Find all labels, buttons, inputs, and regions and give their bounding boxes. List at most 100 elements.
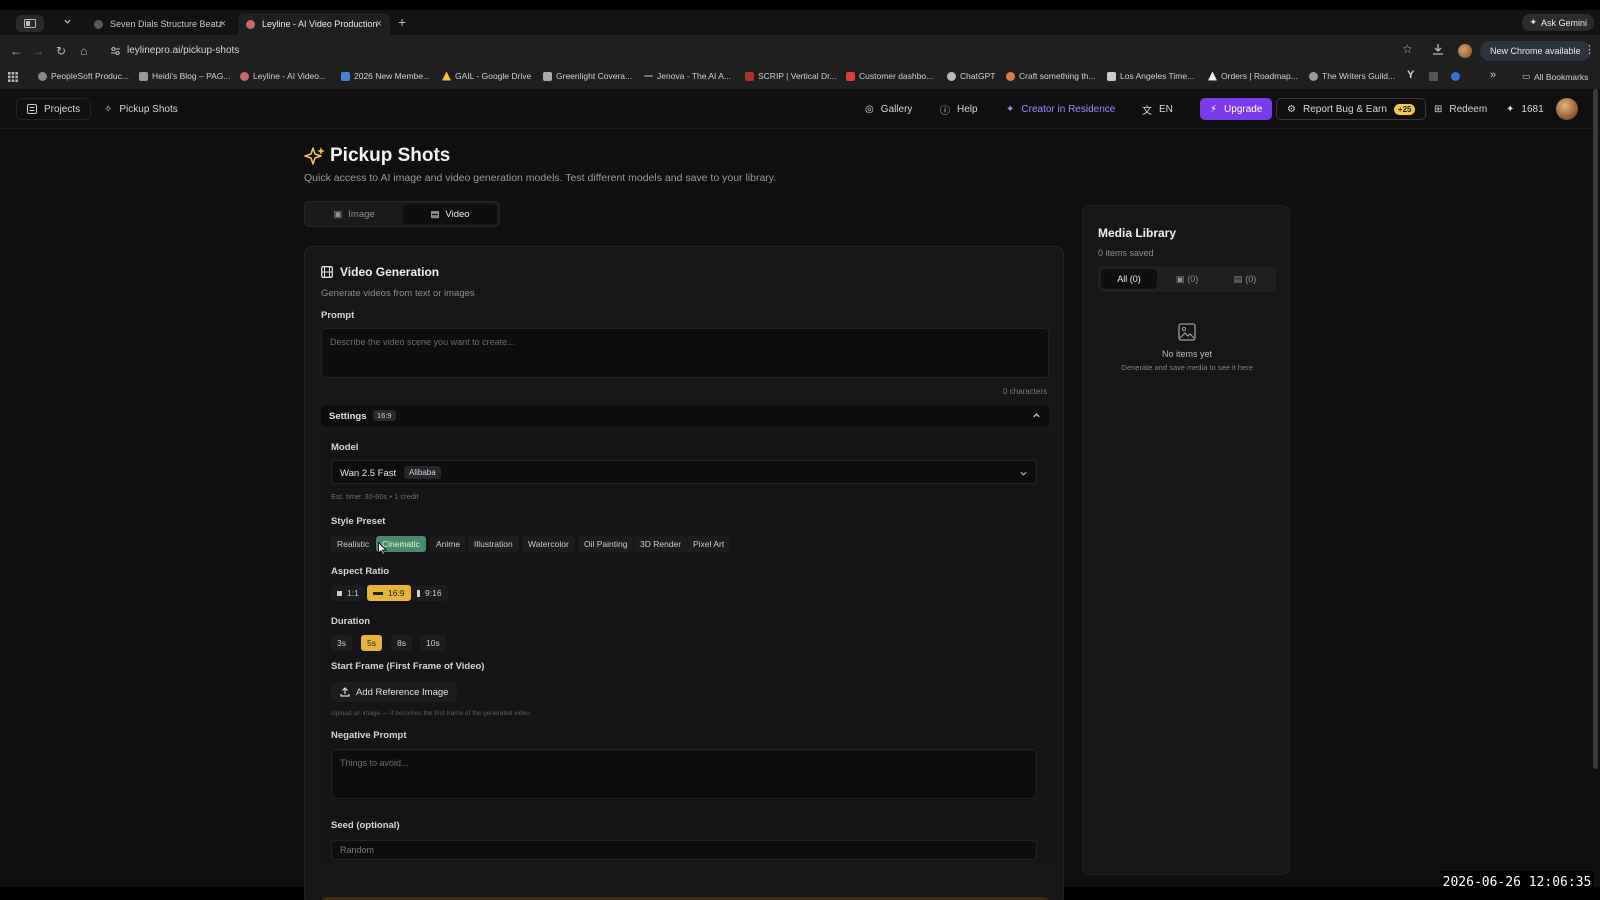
- address-bar[interactable]: [104, 40, 1418, 62]
- style-illustration[interactable]: Illustration: [468, 536, 519, 552]
- bookmark-item[interactable]: Leyline - AI Video...: [240, 71, 326, 81]
- add-reference-image-button[interactable]: Add Reference Image: [331, 682, 458, 702]
- settings-label: Settings: [329, 411, 367, 422]
- help-circle-icon: ⓘ: [940, 105, 950, 117]
- style-oil-painting[interactable]: Oil Painting: [578, 536, 634, 552]
- menu-kebab-icon[interactable]: ⋮: [1584, 43, 1595, 56]
- negative-prompt-textarea[interactable]: Things to avoid...: [331, 749, 1037, 799]
- media-tab-count: (0): [1187, 274, 1199, 284]
- aspect-1-1[interactable]: 1:1: [331, 585, 365, 601]
- bookmark-item[interactable]: SCRIP | Vertical Dr...: [745, 71, 837, 81]
- tab-list-chevron-icon[interactable]: [63, 17, 72, 26]
- credits-button[interactable]: ✦ 1681: [1496, 98, 1554, 120]
- aspect-9-16[interactable]: 9:16: [411, 585, 448, 601]
- url-text[interactable]: leylinepro.ai/pickup-shots: [127, 45, 239, 56]
- duration-8s[interactable]: 8s: [391, 635, 412, 651]
- report-bug-button[interactable]: ⚙ Report Bug & Earn +25: [1276, 98, 1427, 120]
- all-bookmarks-label: All Bookmarks: [1534, 71, 1589, 82]
- media-tab-images[interactable]: ▣ (0): [1159, 269, 1215, 289]
- new-tab-button[interactable]: +: [398, 14, 406, 30]
- image-icon: ▣: [333, 208, 343, 220]
- bookmark-item[interactable]: Heidi's Blog – PAG...: [139, 71, 230, 81]
- ask-gemini-button[interactable]: ✦ Ask Gemini: [1522, 14, 1594, 31]
- portrait-icon: [417, 589, 420, 597]
- site-info-icon[interactable]: [110, 46, 121, 56]
- apps-grid-icon[interactable]: [8, 72, 18, 82]
- bookmark-item[interactable]: Craft something th...: [1006, 71, 1096, 81]
- bookmark-item[interactable]: Greenlight Covera...: [543, 71, 632, 81]
- forward-icon[interactable]: →: [32, 44, 44, 58]
- tab-video[interactable]: ▤ Video: [403, 204, 497, 224]
- style-realistic[interactable]: Realistic: [331, 536, 376, 552]
- close-icon[interactable]: ×: [220, 18, 226, 30]
- film-icon: ▤: [1233, 273, 1243, 284]
- home-icon[interactable]: ⌂: [80, 44, 87, 58]
- aspect-16-9[interactable]: 16:9: [367, 585, 411, 601]
- media-tab-all[interactable]: All (0): [1101, 269, 1157, 289]
- help-button[interactable]: ⓘ Help: [930, 98, 988, 120]
- browser-tab-leyline[interactable]: Leyline - AI Video Production ×: [238, 13, 390, 35]
- style-pixel-art[interactable]: Pixel Art: [687, 536, 731, 552]
- projects-button[interactable]: Projects: [16, 98, 92, 120]
- bookmark-item[interactable]: Jenova - The AI A...: [644, 71, 731, 81]
- bookmark-item[interactable]: Orders | Roadmap...: [1208, 71, 1298, 81]
- bookmark-label: Craft something th...: [1019, 71, 1096, 81]
- prompt-textarea[interactable]: Describe the video scene you want to cre…: [321, 328, 1049, 378]
- new-chrome-available-button[interactable]: New Chrome available: [1480, 41, 1591, 61]
- bookmark-item[interactable]: Customer dashbo...: [846, 71, 933, 81]
- bookmark-item[interactable]: Los Angeles Time...: [1107, 71, 1194, 81]
- settings-toggle[interactable]: Settings 16:9: [321, 405, 1049, 427]
- style-watercolor[interactable]: Watercolor: [522, 536, 575, 552]
- bookmark-item[interactable]: 2026 New Membe...: [341, 71, 430, 81]
- user-avatar[interactable]: [1556, 98, 1578, 120]
- gift-icon: ⊞: [1434, 103, 1443, 115]
- tab-groups-button[interactable]: [16, 15, 44, 32]
- duration-5s[interactable]: 5s: [361, 635, 382, 651]
- empty-state-title: No items yet: [1161, 349, 1212, 359]
- back-icon[interactable]: ←: [10, 44, 22, 58]
- duration-label: Duration: [331, 616, 371, 627]
- style-anime[interactable]: Anime: [430, 536, 467, 552]
- tab-image[interactable]: ▣ Image: [307, 204, 401, 224]
- model-select[interactable]: Wan 2.5 Fast Alibaba: [331, 460, 1037, 484]
- redeem-button[interactable]: ⊞ Redeem: [1424, 98, 1497, 120]
- duration-10s[interactable]: 10s: [420, 635, 446, 651]
- download-icon[interactable]: [1432, 43, 1444, 56]
- duration-3s[interactable]: 3s: [331, 635, 352, 651]
- language-label: EN: [1159, 103, 1173, 115]
- bookmark-item[interactable]: ChatGPT: [947, 71, 995, 81]
- language-button[interactable]: 文 EN: [1132, 98, 1183, 120]
- more-bookmarks-icon[interactable]: »: [1490, 69, 1496, 81]
- bookmark-label: Heidi's Blog – PAG...: [152, 71, 231, 81]
- bookmark-square-icon[interactable]: [1429, 72, 1438, 81]
- doc-icon: [341, 71, 350, 81]
- bookmark-item[interactable]: GAIL - Google Drive: [442, 71, 531, 81]
- facebook-icon[interactable]: [1451, 72, 1460, 81]
- card-title-text: Video Generation: [340, 265, 440, 279]
- bookmark-item[interactable]: PeopleSoft Produc...: [38, 71, 129, 81]
- bookmark-star-icon[interactable]: ☆: [1402, 42, 1413, 56]
- seed-input[interactable]: Random: [331, 840, 1037, 860]
- profile-avatar[interactable]: [1458, 44, 1472, 58]
- gallery-button[interactable]: ◎ Gallery: [855, 98, 922, 120]
- all-bookmarks-folder[interactable]: ▭ All Bookmarks: [1522, 71, 1588, 82]
- sparkles-icon: ✦: [1506, 103, 1515, 115]
- media-tab-videos[interactable]: ▤ (0): [1217, 269, 1273, 289]
- empty-state-subtitle: Generate and save media to see it here: [1121, 363, 1253, 372]
- page-title: Pickup Shots: [330, 145, 451, 166]
- reload-icon[interactable]: ↻: [56, 44, 66, 58]
- upgrade-button[interactable]: ⚡ Upgrade: [1200, 98, 1273, 120]
- page-scrollbar[interactable]: [1593, 89, 1598, 769]
- gallery-label: Gallery: [880, 103, 913, 115]
- pickup-shots-nav-button[interactable]: ✧ Pickup Shots: [94, 98, 188, 120]
- start-frame-label: Start Frame (First Frame of Video): [331, 661, 485, 672]
- browser-chrome: Seven Dials Structure Beatz × Leyline - …: [0, 10, 1600, 89]
- y-combinator-icon[interactable]: Y: [1407, 69, 1414, 81]
- close-icon[interactable]: ×: [376, 18, 382, 30]
- lightning-icon: ⚡: [1210, 103, 1218, 115]
- creator-in-residence-button[interactable]: ✦ Creator in Residence: [996, 98, 1125, 120]
- bookmark-item[interactable]: The Writers Guild...: [1309, 71, 1395, 81]
- browser-tab-seven-dials[interactable]: Seven Dials Structure Beatz ×: [86, 13, 234, 35]
- style-3d-render[interactable]: 3D Render: [634, 536, 688, 552]
- character-count: 0 characters: [1002, 387, 1047, 396]
